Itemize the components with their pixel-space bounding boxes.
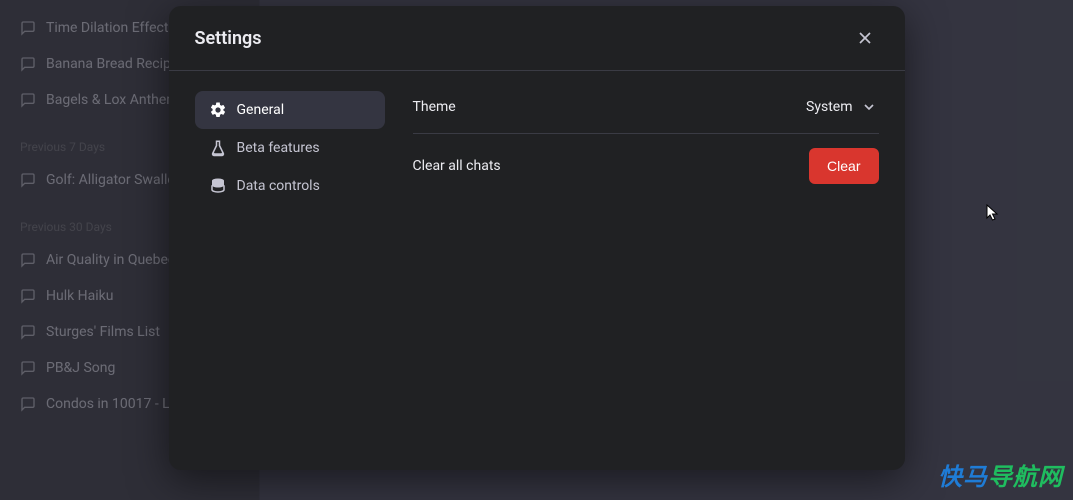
watermark-text-a: 快马 — [938, 463, 988, 491]
chevron-down-icon — [861, 99, 877, 115]
close-icon — [855, 28, 875, 48]
settings-content: Theme System Clear all chats Clear — [413, 91, 879, 450]
theme-label: Theme — [413, 99, 456, 115]
flask-icon — [209, 139, 227, 157]
settings-modal: Settings General Beta features — [169, 6, 905, 470]
watermark: 快马导航网 — [938, 457, 1063, 492]
theme-select[interactable]: System — [804, 95, 878, 119]
theme-value: System — [806, 99, 852, 115]
watermark-text-b: 导航网 — [988, 463, 1063, 491]
clear-button[interactable]: Clear — [809, 148, 878, 184]
tab-data-controls[interactable]: Data controls — [195, 167, 385, 205]
gear-icon — [209, 101, 227, 119]
clear-chats-label: Clear all chats — [413, 158, 501, 174]
database-icon — [209, 177, 227, 195]
setting-theme-row: Theme System — [413, 91, 879, 134]
close-button[interactable] — [851, 24, 879, 52]
tab-beta-features[interactable]: Beta features — [195, 129, 385, 167]
tab-label: Data controls — [237, 178, 320, 194]
modal-title: Settings — [195, 28, 262, 49]
modal-header: Settings — [169, 6, 905, 71]
settings-nav: General Beta features Data controls — [195, 91, 385, 450]
tab-label: Beta features — [237, 140, 320, 156]
setting-clear-row: Clear all chats Clear — [413, 134, 879, 198]
tab-general[interactable]: General — [195, 91, 385, 129]
tab-label: General — [237, 102, 285, 118]
